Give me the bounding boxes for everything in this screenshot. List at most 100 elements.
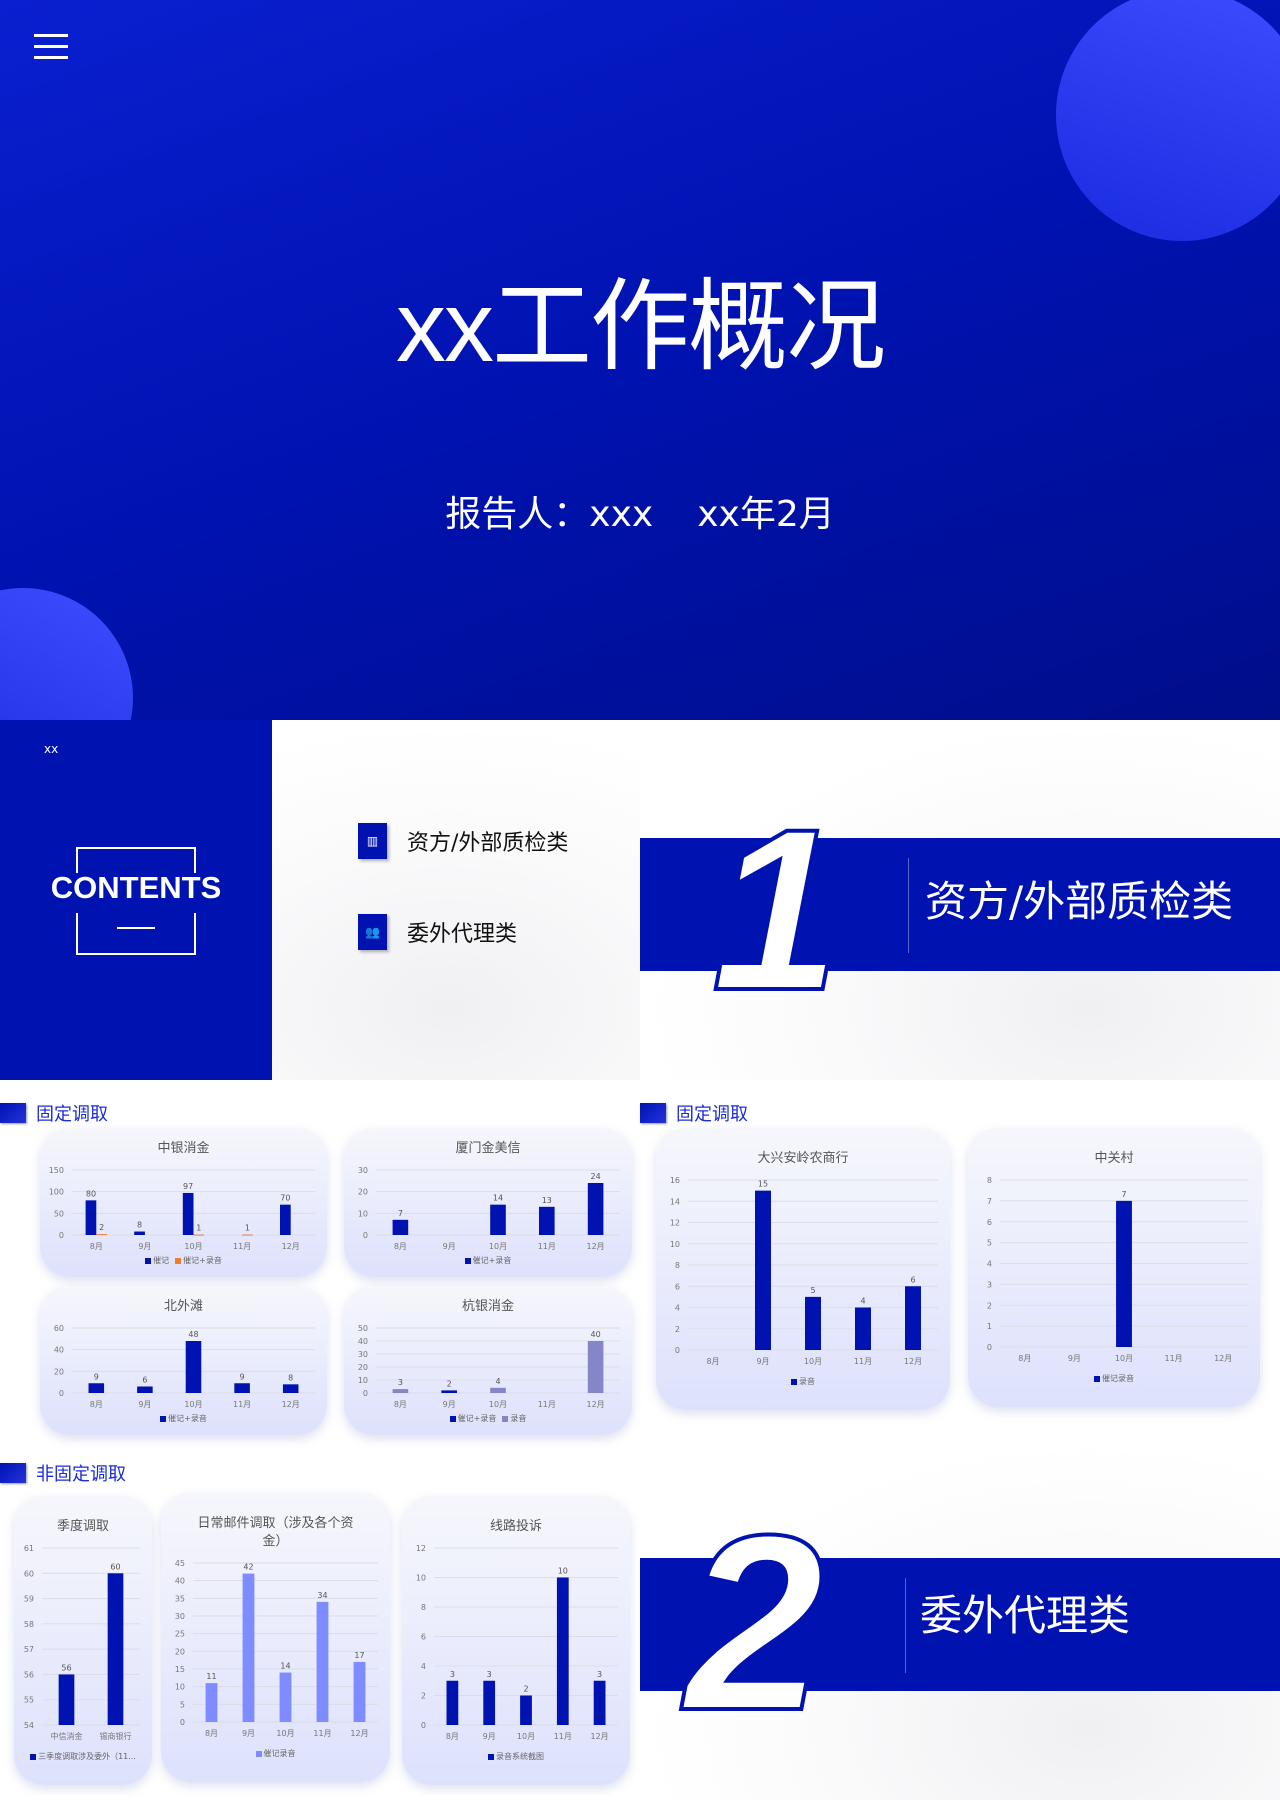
data-label: 17 bbox=[354, 1651, 364, 1660]
bar bbox=[282, 1384, 299, 1393]
x-tick-label: 11月 bbox=[538, 1400, 556, 1409]
y-tick-label: 45 bbox=[175, 1559, 185, 1568]
y-tick-label: 0 bbox=[59, 1389, 64, 1398]
chart-plot: 0 2 4 6 8 10 12 14 16 8月 9月 15 10月 5 11月 4 12月 6 bbox=[670, 1176, 938, 1366]
x-tick-label: 9月 bbox=[756, 1357, 769, 1366]
y-tick-label: 10 bbox=[358, 1376, 368, 1385]
data-label: 70 bbox=[280, 1194, 290, 1203]
chart-plot: 0 10 20 30 8月 7 9月 10月 14 11月 13 12月 24 bbox=[358, 1166, 620, 1251]
contents-item-2[interactable]: 👥 委外代理类 bbox=[358, 914, 517, 950]
people-icon: 👥 bbox=[358, 914, 387, 950]
data-label: 42 bbox=[243, 1563, 253, 1572]
x-tick-label: 10月 bbox=[184, 1242, 202, 1251]
chart-title: 季度调取 bbox=[56, 1519, 109, 1534]
bar bbox=[490, 1204, 506, 1235]
legend-swatch bbox=[160, 1415, 167, 1422]
data-label: 8 bbox=[137, 1221, 142, 1230]
x-tick-label: 8月 bbox=[706, 1357, 719, 1366]
bar bbox=[392, 1389, 409, 1393]
legend-item: 催记+录音 bbox=[449, 1414, 496, 1423]
bar bbox=[279, 1672, 292, 1722]
data-label: 3 bbox=[487, 1670, 492, 1679]
heading-marker bbox=[0, 1463, 26, 1483]
y-tick-label: 0 bbox=[421, 1721, 426, 1730]
y-tick-label: 1 bbox=[987, 1322, 992, 1331]
bar bbox=[85, 1200, 97, 1235]
x-tick-label: 12月 bbox=[1214, 1354, 1232, 1363]
bar bbox=[185, 1341, 202, 1393]
bar bbox=[205, 1683, 218, 1722]
chart-title: 中关村 bbox=[1094, 1151, 1134, 1166]
chart-title: 厦门金美信 bbox=[455, 1141, 521, 1156]
data-label: 3 bbox=[597, 1670, 602, 1679]
x-tick-label: 10月 bbox=[517, 1732, 535, 1741]
chart-title: 大兴安岭农商行 bbox=[757, 1151, 849, 1166]
section-1-slide: 1 资方/外部质检类 bbox=[640, 720, 1280, 1080]
x-tick-label: 10月 bbox=[804, 1357, 822, 1366]
y-tick-label: 16 bbox=[670, 1176, 680, 1185]
x-tick-label: 8月 bbox=[446, 1732, 459, 1741]
bar bbox=[134, 1231, 145, 1235]
x-tick-label: 10月 bbox=[276, 1729, 294, 1738]
y-tick-label: 2 bbox=[987, 1301, 992, 1310]
y-tick-label: 35 bbox=[175, 1594, 185, 1603]
chart-legend: 催记+录音 bbox=[344, 1255, 632, 1266]
legend-item: 录音系统截图 bbox=[488, 1752, 544, 1761]
legend-swatch bbox=[502, 1415, 509, 1422]
legend-swatch bbox=[30, 1753, 37, 1760]
section-title: 资方/外部质检类 bbox=[925, 877, 1234, 926]
y-tick-label: 3 bbox=[987, 1280, 992, 1289]
x-tick-label: 10月 bbox=[184, 1400, 202, 1409]
data-label: 7 bbox=[398, 1209, 403, 1218]
x-tick-label: 11月 bbox=[233, 1242, 251, 1251]
chart-card: 杭银消金 0 10 20 30 40 50 8月 3 9月 2 10月 4 11月 12月 40 催记+录音 录音 bbox=[344, 1286, 632, 1435]
chart-card: 线路投诉 0 2 4 6 8 10 12 8月 3 9月 3 10月 2 11月 10 12月 3 录音系统截图 bbox=[402, 1496, 630, 1785]
x-tick-label: 11月 bbox=[1165, 1354, 1183, 1363]
data-label: 4 bbox=[860, 1297, 865, 1306]
x-tick-label: 9月 bbox=[483, 1732, 496, 1741]
data-label: 80 bbox=[86, 1189, 96, 1198]
data-label: 5 bbox=[810, 1286, 815, 1295]
data-label: 1 bbox=[245, 1224, 250, 1233]
legend-item: 录音 bbox=[502, 1414, 526, 1423]
data-label: 7 bbox=[1121, 1190, 1126, 1199]
x-tick-label: 12月 bbox=[587, 1400, 605, 1409]
y-tick-label: 8 bbox=[421, 1603, 426, 1612]
data-label: 3 bbox=[450, 1670, 455, 1679]
y-tick-label: 20 bbox=[358, 1188, 368, 1197]
contents-item-label: 资方/外部质检类 bbox=[407, 831, 569, 856]
bar bbox=[556, 1577, 569, 1725]
bar bbox=[353, 1661, 366, 1722]
chart-plot: 0 2 4 6 8 10 12 8月 3 9月 3 10月 2 11月 10 12月 3 bbox=[416, 1544, 618, 1741]
chart-plot: 0 5 10 15 20 25 30 35 40 45 8月 11 9月 42 10月 14 11月 34 12月 1… bbox=[175, 1559, 378, 1738]
bar bbox=[137, 1386, 153, 1393]
chart-icon: ▥ bbox=[358, 823, 387, 859]
y-tick-label: 20 bbox=[54, 1367, 64, 1376]
chart-title: 中银消金 bbox=[157, 1141, 210, 1156]
section-heading: 固定调取 bbox=[640, 1100, 748, 1126]
data-label: 14 bbox=[280, 1662, 290, 1671]
y-tick-label: 6 bbox=[675, 1282, 680, 1291]
data-label: 60 bbox=[110, 1562, 120, 1571]
contents-item-1[interactable]: ▥ 资方/外部质检类 bbox=[358, 823, 568, 859]
y-tick-label: 30 bbox=[358, 1166, 368, 1175]
y-tick-label: 20 bbox=[358, 1363, 368, 1372]
chart-legend: 催记录音 bbox=[968, 1373, 1260, 1384]
x-tick-label: 12月 bbox=[350, 1729, 368, 1738]
bar bbox=[805, 1296, 821, 1350]
chart-title: 线路投诉 bbox=[489, 1519, 542, 1534]
chart-legend: 催记+录音 录音 bbox=[344, 1413, 632, 1424]
hamburger-icon[interactable] bbox=[34, 34, 68, 62]
data-label: 56 bbox=[61, 1663, 71, 1672]
legend-label: 三季度调取涉及委外（11... bbox=[38, 1752, 136, 1761]
reporter: 报告人：xxx bbox=[445, 494, 654, 535]
bar bbox=[316, 1601, 329, 1722]
bar bbox=[905, 1286, 921, 1350]
bar bbox=[107, 1573, 124, 1725]
x-tick-label: 8月 bbox=[90, 1242, 103, 1251]
data-label: 6 bbox=[142, 1376, 147, 1385]
data-label: 10 bbox=[558, 1567, 568, 1576]
chart-legend: 催记录音 bbox=[161, 1748, 390, 1759]
bar bbox=[242, 1573, 255, 1722]
x-tick-label: 12月 bbox=[591, 1732, 609, 1741]
